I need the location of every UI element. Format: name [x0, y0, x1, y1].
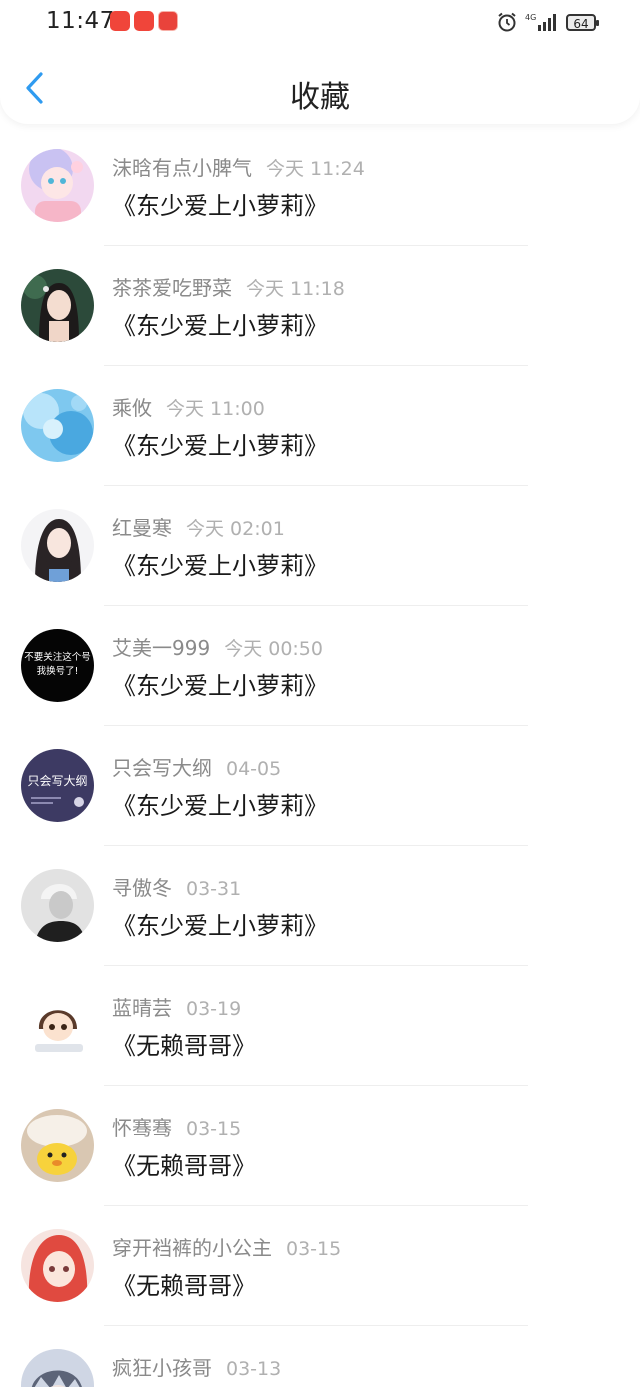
black-text-avatar: 不要关注这个号 我换号了!: [21, 629, 94, 702]
user-name[interactable]: 茶茶爱吃野菜: [112, 276, 232, 300]
signal-icon: 4G: [525, 13, 556, 31]
avatar[interactable]: 不要关注这个号 我换号了!: [21, 629, 94, 702]
list-item[interactable]: 红曼寒 今天 02:01 《东少爱上小萝莉》: [0, 486, 640, 606]
list-item[interactable]: 疯狂小孩哥 03-13: [0, 1326, 640, 1387]
user-name[interactable]: 乘攸: [112, 396, 152, 420]
status-time: 11:47: [46, 8, 115, 34]
timestamp: 03-31: [186, 878, 242, 900]
list-item[interactable]: 寻傲冬 03-31 《东少爱上小萝莉》: [0, 846, 640, 966]
avatar-text: 只会写大纲: [27, 774, 87, 788]
page-title: 收藏: [290, 80, 350, 115]
battery-icon: 64: [566, 13, 599, 31]
avatar[interactable]: [21, 1349, 94, 1387]
user-name[interactable]: 红曼寒: [112, 516, 172, 540]
timestamp: 03-13: [226, 1358, 282, 1380]
list-item[interactable]: 沫晗有点小脾气 今天 11:24 《东少爱上小萝莉》: [0, 126, 640, 246]
avatar[interactable]: 只会写大纲: [21, 749, 94, 822]
shopping-app-icon: [158, 11, 178, 31]
avatar[interactable]: [21, 149, 94, 222]
cartoon-girl-avatar: [21, 989, 94, 1062]
yellow-duck-avatar: [21, 1109, 94, 1182]
favorites-screen: 11:47 4G 64 收藏 沫晗有点小脾气 今天 11:24 《东少爱上小萝莉…: [0, 0, 640, 1387]
avatar-text: 我换号了!: [37, 665, 79, 677]
user-name[interactable]: 穿开裆裤的小公主: [112, 1236, 272, 1260]
item-meta: 艾美一999 今天 00:50: [112, 632, 323, 661]
anime-boy-avatar: [21, 1349, 94, 1387]
timestamp: 今天 00:50: [224, 638, 323, 660]
book-title[interactable]: 《无赖哥哥》: [112, 1266, 256, 1301]
item-meta: 怀骞骞 03-15: [112, 1112, 241, 1141]
avatar[interactable]: [21, 1229, 94, 1302]
avatar-text: 不要关注这个号: [24, 651, 91, 663]
timestamp: 今天 11:00: [166, 398, 265, 420]
book-title[interactable]: 《东少爱上小萝莉》: [112, 786, 328, 821]
grayscale-person-avatar: [21, 869, 94, 942]
book-title[interactable]: 《东少爱上小萝莉》: [112, 306, 328, 341]
anime-girl-avatar: [21, 149, 94, 222]
item-meta: 沫晗有点小脾气 今天 11:24: [112, 152, 365, 181]
timestamp: 03-19: [186, 998, 242, 1020]
avatar[interactable]: [21, 389, 94, 462]
network-label: 4G: [525, 13, 536, 22]
app-notification-icon: [134, 11, 154, 31]
item-meta: 红曼寒 今天 02:01: [112, 512, 285, 541]
user-name[interactable]: 艾美一999: [112, 636, 210, 660]
timestamp: 今天 02:01: [186, 518, 285, 540]
item-meta: 乘攸 今天 11:00: [112, 392, 265, 421]
list-item[interactable]: 乘攸 今天 11:00 《东少爱上小萝莉》: [0, 366, 640, 486]
timestamp: 今天 11:18: [246, 278, 345, 300]
item-meta: 茶茶爱吃野菜 今天 11:18: [112, 272, 345, 301]
avatar[interactable]: [21, 269, 94, 342]
timestamp: 03-15: [286, 1238, 342, 1260]
user-name[interactable]: 疯狂小孩哥: [112, 1356, 212, 1380]
status-icons: 4G 64: [496, 10, 599, 34]
girl-portrait-avatar: [21, 269, 94, 342]
book-title[interactable]: 《东少爱上小萝莉》: [112, 666, 328, 701]
item-meta: 疯狂小孩哥 03-13: [112, 1352, 281, 1381]
list-item[interactable]: 不要关注这个号 我换号了! 艾美一999 今天 00:50 《东少爱上小萝莉》: [0, 606, 640, 726]
item-meta: 寻傲冬 03-31: [112, 872, 241, 901]
book-title[interactable]: 《东少爱上小萝莉》: [112, 186, 328, 221]
user-name[interactable]: 蓝晴芸: [112, 996, 172, 1020]
user-name[interactable]: 寻傲冬: [112, 876, 172, 900]
nav-bar: 收藏: [0, 52, 640, 124]
purple-text-avatar: 只会写大纲: [21, 749, 94, 822]
timestamp: 03-15: [186, 1118, 242, 1140]
app-notification-icon: [110, 11, 130, 31]
battery-level: 64: [573, 16, 589, 31]
list-item[interactable]: 怀骞骞 03-15 《无赖哥哥》: [0, 1086, 640, 1206]
item-meta: 只会写大纲 04-05: [112, 752, 281, 781]
book-title[interactable]: 《无赖哥哥》: [112, 1146, 256, 1181]
user-name[interactable]: 沫晗有点小脾气: [112, 156, 252, 180]
avatar[interactable]: [21, 869, 94, 942]
book-title[interactable]: 《无赖哥哥》: [112, 1026, 256, 1061]
list-item[interactable]: 穿开裆裤的小公主 03-15 《无赖哥哥》: [0, 1206, 640, 1326]
blue-water-avatar: [21, 389, 94, 462]
user-name[interactable]: 怀骞骞: [112, 1116, 172, 1140]
timestamp: 今天 11:24: [266, 158, 365, 180]
red-hair-anime-avatar: [21, 1229, 94, 1302]
timestamp: 04-05: [226, 758, 282, 780]
list-item[interactable]: 茶茶爱吃野菜 今天 11:18 《东少爱上小萝莉》: [0, 246, 640, 366]
book-title[interactable]: 《东少爱上小萝莉》: [112, 426, 328, 461]
favorites-list: 沫晗有点小脾气 今天 11:24 《东少爱上小萝莉》 茶茶爱吃野菜 今天 11:18…: [0, 126, 640, 1387]
braided-girl-avatar: [21, 509, 94, 582]
avatar[interactable]: [21, 989, 94, 1062]
item-meta: 穿开裆裤的小公主 03-15: [112, 1232, 341, 1261]
alarm-icon: [498, 12, 516, 32]
book-title[interactable]: 《东少爱上小萝莉》: [112, 546, 328, 581]
avatar[interactable]: [21, 1109, 94, 1182]
list-item[interactable]: 蓝晴芸 03-19 《无赖哥哥》: [0, 966, 640, 1086]
avatar[interactable]: [21, 509, 94, 582]
book-title[interactable]: 《东少爱上小萝莉》: [112, 906, 328, 941]
user-name[interactable]: 只会写大纲: [112, 756, 212, 780]
list-item[interactable]: 只会写大纲 只会写大纲 04-05 《东少爱上小萝莉》: [0, 726, 640, 846]
header: 11:47 4G 64 收藏: [0, 0, 640, 124]
item-meta: 蓝晴芸 03-19: [112, 992, 241, 1021]
status-bar: 11:47 4G 64: [0, 0, 640, 44]
